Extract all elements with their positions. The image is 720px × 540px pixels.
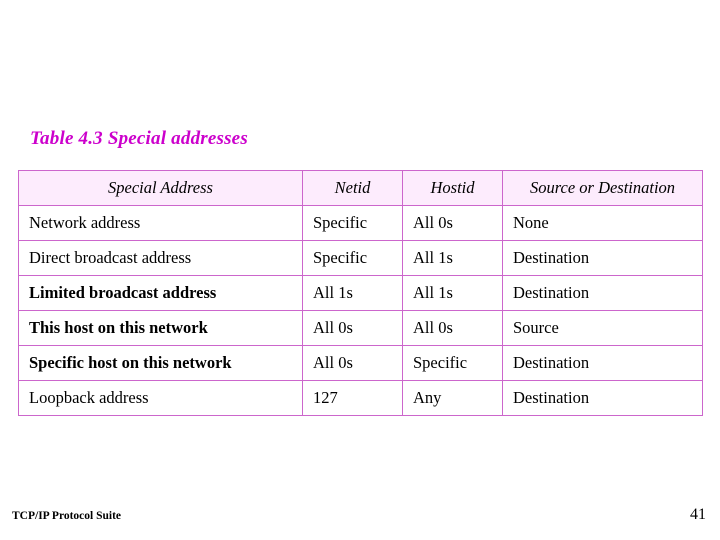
cell-value: This host on this network	[29, 318, 208, 337]
cell-netid: 127	[302, 380, 403, 416]
cell-netid: All 0s	[302, 310, 403, 346]
cell-value: Destination	[513, 248, 590, 267]
cell-value: Loopback address	[29, 388, 149, 407]
page-number: 41	[690, 506, 706, 523]
cell-netid: Specific	[302, 240, 403, 276]
table-header-row: Special Address Netid Hostid Source or D…	[18, 170, 703, 206]
cell-value: None	[513, 213, 549, 232]
cell-special-address: This host on this network	[18, 310, 303, 346]
special-addresses-table: Special Address Netid Hostid Source or D…	[18, 170, 703, 416]
table-row: This host on this network All 0s All 0s …	[18, 310, 703, 346]
cell-value: Specific	[413, 353, 468, 372]
table-row: Direct broadcast address Specific All 1s…	[18, 240, 703, 276]
column-header-label: Source or Destination	[529, 178, 676, 197]
cell-source-or-destination: Source	[502, 310, 703, 346]
column-header-label: Netid	[334, 178, 371, 197]
cell-value: All 1s	[413, 283, 453, 302]
cell-netid: All 1s	[302, 275, 403, 311]
cell-source-or-destination: Destination	[502, 380, 703, 416]
slide: Table 4.3 Special addresses Special Addr…	[0, 0, 720, 540]
cell-value: Destination	[513, 353, 590, 372]
cell-special-address: Network address	[18, 205, 303, 241]
cell-value: 127	[313, 388, 338, 407]
cell-value: Network address	[29, 213, 141, 232]
cell-source-or-destination: Destination	[502, 345, 703, 381]
cell-special-address: Direct broadcast address	[18, 240, 303, 276]
cell-value: Destination	[513, 283, 590, 302]
cell-value: All 0s	[313, 318, 353, 337]
page-title: Table 4.3 Special addresses	[30, 128, 248, 149]
cell-value: Specific	[313, 248, 368, 267]
cell-value: Destination	[513, 388, 590, 407]
column-header-label: Hostid	[430, 178, 475, 197]
cell-value: All 1s	[413, 248, 453, 267]
cell-value: Limited broadcast address	[29, 283, 217, 302]
table-row: Specific host on this network All 0s Spe…	[18, 345, 703, 381]
cell-value: Specific host on this network	[29, 353, 232, 372]
cell-source-or-destination: None	[502, 205, 703, 241]
cell-source-or-destination: Destination	[502, 240, 703, 276]
cell-value: Direct broadcast address	[29, 248, 192, 267]
cell-netid: Specific	[302, 205, 403, 241]
footer-text: TCP/IP Protocol Suite	[12, 510, 122, 522]
column-header-special-address: Special Address	[18, 170, 303, 206]
cell-value: All 0s	[413, 318, 453, 337]
cell-special-address: Limited broadcast address	[18, 275, 303, 311]
cell-value: All 0s	[313, 353, 353, 372]
cell-source-or-destination: Destination	[502, 275, 703, 311]
cell-hostid: All 0s	[402, 310, 503, 346]
cell-value: All 0s	[413, 213, 453, 232]
cell-value: Source	[513, 318, 559, 337]
cell-hostid: Specific	[402, 345, 503, 381]
table-row: Network address Specific All 0s None	[18, 205, 703, 241]
cell-special-address: Loopback address	[18, 380, 303, 416]
cell-value: All 1s	[313, 283, 353, 302]
cell-hostid: Any	[402, 380, 503, 416]
cell-special-address: Specific host on this network	[18, 345, 303, 381]
table-row: Loopback address 127 Any Destination	[18, 380, 703, 416]
cell-value: Any	[413, 388, 442, 407]
cell-hostid: All 1s	[402, 275, 503, 311]
cell-hostid: All 1s	[402, 240, 503, 276]
cell-value: Specific	[313, 213, 368, 232]
table-row: Limited broadcast address All 1s All 1s …	[18, 275, 703, 311]
special-addresses-table-wrapper: Special Address Netid Hostid Source or D…	[18, 170, 703, 416]
cell-hostid: All 0s	[402, 205, 503, 241]
cell-netid: All 0s	[302, 345, 403, 381]
column-header-label: Special Address	[108, 178, 213, 197]
column-header-netid: Netid	[302, 170, 403, 206]
column-header-source-or-destination: Source or Destination	[502, 170, 703, 206]
column-header-hostid: Hostid	[402, 170, 503, 206]
